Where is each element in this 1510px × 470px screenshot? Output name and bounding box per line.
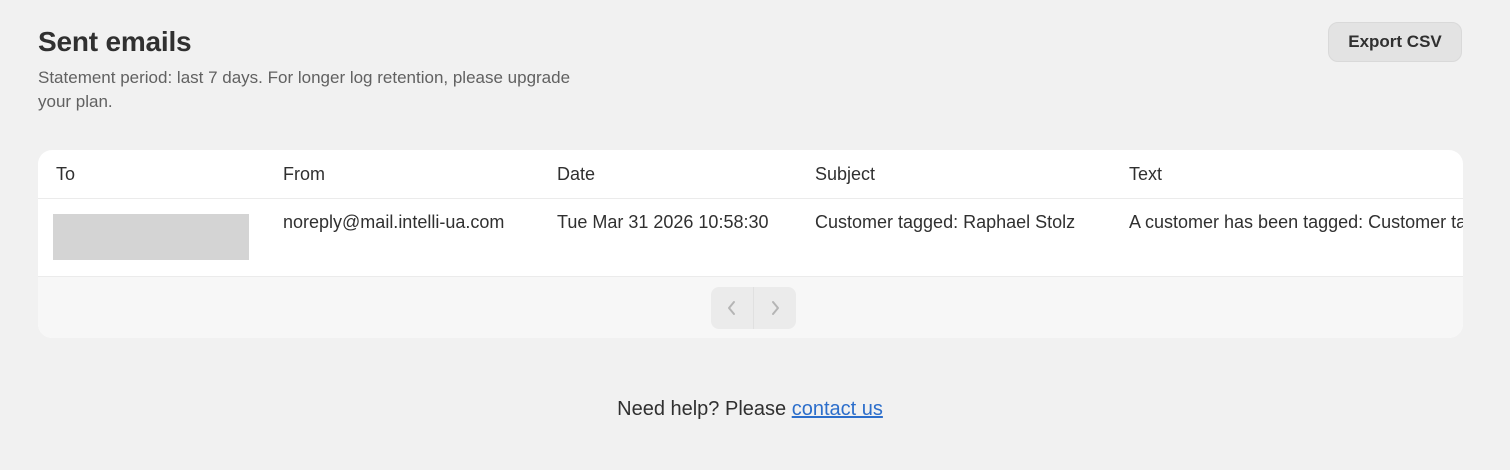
redacted-recipient [53, 214, 249, 260]
help-text: Need help? Please [617, 398, 787, 420]
cell-date: Tue Mar 31 2026 10:58:30 [557, 198, 815, 277]
previous-page-button[interactable] [711, 287, 753, 329]
sent-emails-table: To From Date Subject Text noreply@mail.i… [38, 150, 1463, 277]
help-footer: Need help? Please contact us [0, 398, 1500, 421]
column-header-text: Text [1129, 150, 1463, 199]
cell-subject: Customer tagged: Raphael Stolz [815, 198, 1129, 277]
page: Sent emails Statement period: last 7 day… [0, 0, 1510, 470]
cell-from: noreply@mail.intelli-ua.com [283, 198, 557, 277]
table-header-row: To From Date Subject Text [38, 150, 1463, 199]
chevron-right-icon [772, 301, 779, 315]
page-header: Sent emails Statement period: last 7 day… [38, 24, 598, 114]
cell-to [38, 198, 283, 277]
page-title: Sent emails [38, 26, 192, 57]
column-header-subject: Subject [815, 150, 1129, 199]
cell-text: A customer has been tagged: Customer tag… [1129, 198, 1463, 277]
next-page-button[interactable] [753, 287, 796, 329]
column-header-date: Date [557, 150, 815, 199]
sent-emails-card: To From Date Subject Text noreply@mail.i… [38, 150, 1463, 338]
pagination [711, 287, 796, 329]
column-header-to: To [38, 150, 283, 199]
column-header-from: From [283, 150, 557, 199]
contact-us-link[interactable]: contact us [792, 398, 883, 420]
chevron-left-icon [728, 301, 735, 315]
pagination-bar [38, 277, 1463, 338]
table-row[interactable]: noreply@mail.intelli-ua.com Tue Mar 31 2… [38, 198, 1463, 277]
export-csv-button[interactable]: Export CSV [1328, 22, 1462, 62]
page-subtitle: Statement period: last 7 days. For longe… [38, 68, 571, 111]
